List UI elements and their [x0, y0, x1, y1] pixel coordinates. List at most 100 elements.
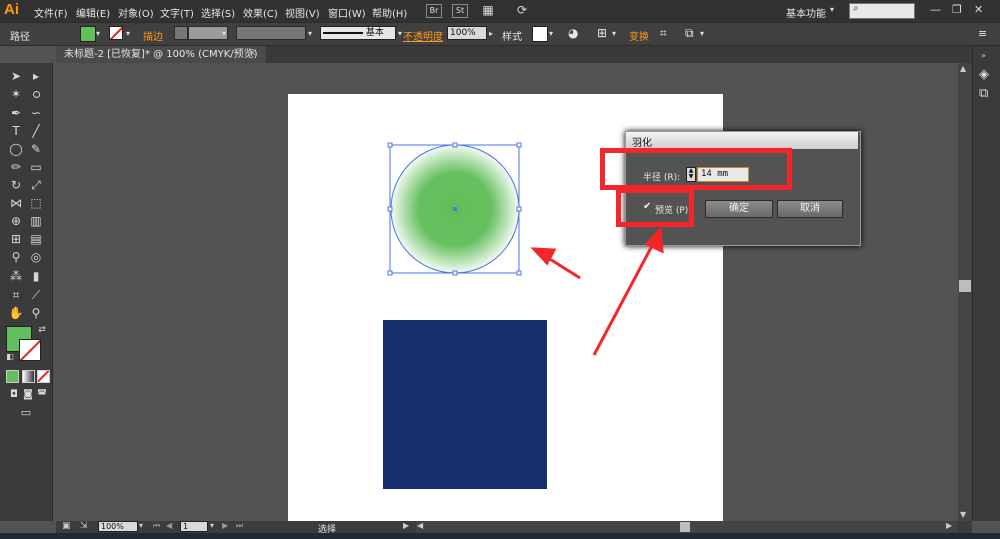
workspace-switcher[interactable]: 基本功能 — [786, 5, 826, 20]
stroke-swatch[interactable] — [19, 339, 41, 361]
share-icon[interactable]: ⇲ — [80, 521, 88, 531]
feathered-circle-selection[interactable] — [380, 133, 530, 283]
menu-type[interactable]: 文字(T) — [160, 5, 194, 20]
status-icon[interactable]: ▣ — [62, 521, 71, 531]
menu-effect[interactable]: 效果(C) — [243, 5, 278, 20]
recolor-artwork-icon[interactable]: ◕ — [568, 26, 578, 40]
chevron-down-icon[interactable]: ▾ — [96, 29, 100, 38]
chevron-down-icon[interactable]: ▾ — [700, 29, 704, 38]
menu-object[interactable]: 对象(O) — [118, 5, 154, 20]
align-icon[interactable]: ⊞ — [597, 26, 607, 40]
color-mode-icon[interactable] — [6, 370, 19, 383]
zoom-tool-icon[interactable]: ⚲ — [28, 305, 44, 321]
chevron-down-icon[interactable]: ▾ — [139, 521, 143, 530]
pathfinder-icon[interactable]: ⧉ — [685, 26, 694, 41]
artboards-icon[interactable]: ⧉ — [979, 86, 988, 101]
pencil-icon[interactable]: ✏ — [8, 159, 24, 175]
brush-definition[interactable]: 基本 — [320, 26, 396, 40]
status-menu-icon[interactable]: ▶ — [403, 521, 409, 530]
minimize-icon[interactable]: — — [930, 3, 941, 16]
curvature-tool-icon[interactable]: ∽ — [28, 105, 44, 121]
chevron-down-icon[interactable]: ▾ — [398, 29, 402, 38]
line-segment-icon[interactable]: ╱ — [28, 123, 44, 139]
sync-icon[interactable]: ⟳ — [515, 4, 529, 16]
menu-window[interactable]: 窗口(W) — [328, 5, 366, 20]
menu-file[interactable]: 文件(F) — [34, 5, 68, 20]
close-icon[interactable]: ✕ — [974, 3, 983, 16]
none-mode-icon[interactable] — [37, 370, 50, 383]
selection-tool-icon[interactable]: ➤ — [8, 68, 24, 84]
zoom-level-field[interactable]: 100% — [98, 521, 138, 532]
panel-menu-icon[interactable]: ≡ — [978, 27, 987, 40]
help-search-input[interactable] — [849, 3, 915, 19]
chevron-down-icon[interactable]: ▾ — [549, 29, 553, 38]
restore-icon[interactable]: ❐ — [952, 3, 962, 16]
dialog-titlebar[interactable] — [626, 132, 858, 149]
eraser-icon[interactable]: ▭ — [28, 159, 44, 175]
chevron-down-icon[interactable]: ▾ — [210, 521, 214, 530]
prev-page-icon[interactable]: ◀ — [166, 521, 172, 530]
ok-button[interactable]: 确定 — [705, 200, 773, 218]
layers-icon[interactable]: ◈ — [979, 67, 989, 82]
fill-color-control[interactable] — [80, 26, 96, 42]
direct-selection-tool-icon[interactable]: ▸ — [28, 68, 44, 84]
pen-tool-icon[interactable]: ✒ — [8, 105, 24, 121]
type-tool-icon[interactable]: T — [8, 123, 24, 139]
default-fill-stroke-icon[interactable]: ◧ — [2, 349, 18, 365]
stroke-weight-label[interactable]: 描边 — [143, 28, 163, 43]
arrange-documents-icon[interactable]: ▦ — [481, 4, 495, 16]
screen-mode-icon[interactable]: ▭ — [18, 405, 34, 421]
column-graph-icon[interactable]: ▮ — [28, 268, 44, 284]
isolate-icon[interactable]: ⌗ — [660, 26, 667, 41]
width-tool-icon[interactable]: ⋈ — [8, 195, 24, 211]
next-page-icon[interactable]: ▶ — [222, 521, 228, 530]
first-page-icon[interactable]: ⏮ — [153, 521, 160, 531]
scroll-right-icon[interactable]: ▶ — [946, 521, 952, 530]
opacity-label[interactable]: 不透明度 — [403, 28, 443, 43]
gradient-mode-icon[interactable] — [22, 370, 35, 383]
chevron-down-icon[interactable]: ▾ — [126, 29, 130, 38]
transform-label[interactable]: 变换 — [629, 28, 649, 43]
close-tab-icon[interactable]: ✕ — [248, 48, 256, 59]
artboard-tool-icon[interactable]: ⌗ — [8, 287, 24, 303]
paintbrush-icon[interactable]: ✎ — [28, 141, 44, 157]
scroll-down-icon[interactable]: ▼ — [960, 510, 966, 519]
lasso-icon[interactable]: ഠ — [28, 86, 44, 102]
magic-wand-icon[interactable]: ✶ — [8, 86, 24, 102]
menu-edit[interactable]: 编辑(E) — [76, 5, 110, 20]
shape-builder-icon[interactable]: ⊕ — [8, 213, 24, 229]
hand-tool-icon[interactable]: ✋ — [8, 305, 24, 321]
vertical-scrollbar[interactable] — [958, 63, 972, 521]
variable-width-profile[interactable] — [236, 26, 306, 40]
swap-fill-stroke-icon[interactable]: ⇄ — [34, 322, 50, 338]
cancel-button[interactable]: 取消 — [777, 200, 843, 218]
menu-help[interactable]: 帮助(H) — [372, 5, 407, 20]
stock-icon[interactable]: St — [452, 4, 468, 18]
document-tab[interactable]: 未标题-2 [已恢复]* @ 100% (CMYK/预览) — [56, 46, 266, 63]
chevron-down-icon[interactable]: ▾ — [612, 29, 616, 38]
menu-view[interactable]: 视图(V) — [285, 5, 320, 20]
collapse-panels-icon[interactable]: » — [981, 51, 986, 60]
ellipse-tool-icon[interactable]: ◯ — [8, 141, 24, 157]
chevron-down-icon[interactable]: ▾ — [222, 29, 226, 38]
scroll-up-icon[interactable]: ▲ — [960, 64, 966, 73]
chevron-down-icon[interactable]: ▾ — [830, 5, 834, 14]
vertical-scroll-thumb[interactable] — [959, 280, 971, 292]
perspective-grid-icon[interactable]: ▥ — [28, 213, 44, 229]
horizontal-scroll-thumb[interactable] — [680, 522, 690, 532]
gradient-tool-icon[interactable]: ▤ — [28, 231, 44, 247]
eyedropper-icon[interactable]: ⚲ — [8, 249, 24, 265]
draw-inside-icon[interactable]: ◚ — [34, 387, 50, 403]
last-page-icon[interactable]: ⏭ — [236, 521, 243, 531]
opacity-input[interactable]: 100% — [447, 26, 487, 40]
free-transform-icon[interactable]: ⬚ — [28, 195, 44, 211]
scroll-left-icon[interactable]: ◀ — [417, 521, 423, 530]
graphic-style-swatch[interactable] — [532, 26, 548, 42]
scale-icon[interactable]: ⤢ — [28, 177, 44, 193]
bridge-icon[interactable]: Br — [426, 4, 442, 18]
rotate-icon[interactable]: ↻ — [8, 177, 24, 193]
slice-tool-icon[interactable]: ⟋ — [28, 287, 44, 303]
chevron-right-icon[interactable]: ▸ — [489, 29, 493, 38]
mesh-tool-icon[interactable]: ⊞ — [8, 231, 24, 247]
menu-select[interactable]: 选择(S) — [201, 5, 235, 20]
